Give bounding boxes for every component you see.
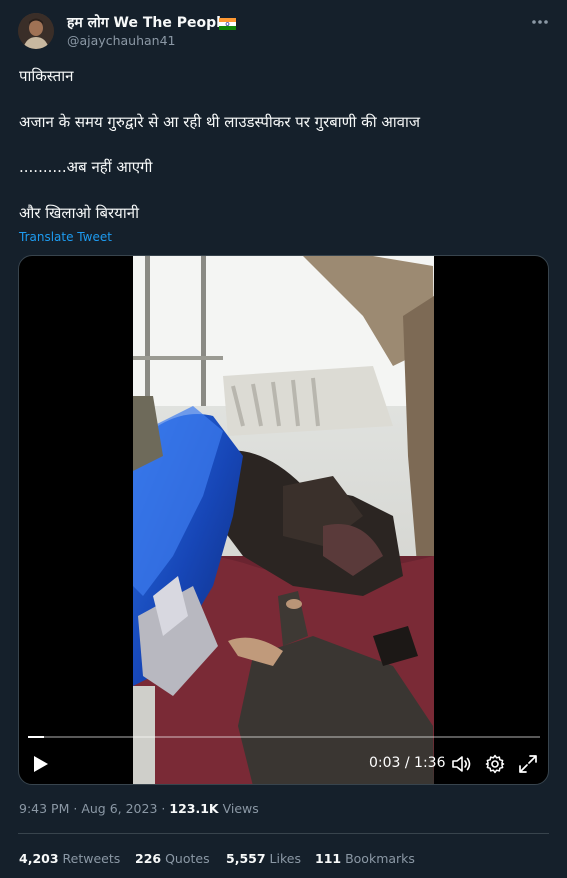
views-label: Views — [222, 801, 259, 816]
volume-icon[interactable] — [450, 753, 472, 775]
views-count: 123.1K — [169, 801, 219, 816]
quotes-label: Quotes — [165, 851, 210, 866]
retweets-stat[interactable]: 4,203 Retweets — [19, 851, 120, 866]
likes-stat[interactable]: 5,557 Likes — [226, 851, 301, 866]
divider — [18, 833, 549, 834]
retweets-label: Retweets — [62, 851, 121, 866]
meta-separator: · — [73, 801, 78, 816]
video-progress-fill — [28, 736, 44, 738]
retweets-count: 4,203 — [19, 851, 59, 866]
play-icon[interactable] — [29, 753, 51, 775]
tweet-time[interactable]: 9:43 PM — [19, 801, 69, 816]
author-display-name[interactable]: हम लोग We The People — [67, 13, 230, 32]
tweet-text-line: अजान के समय गुरुद्वारे से आ रही थी लाउडस… — [19, 113, 421, 131]
tweet-text-line: और खिलाओ बिरयानी — [19, 204, 139, 222]
tweet-meta: 9:43 PM · Aug 6, 2023 · 123.1K Views — [19, 801, 259, 816]
video-time-display: 0:03 / 1:36 — [369, 755, 446, 771]
more-icon[interactable] — [527, 12, 553, 34]
video-frame[interactable] — [133, 256, 434, 784]
avatar[interactable] — [18, 13, 54, 49]
tweet-text-line: ..........अब नहीं आएगी — [19, 158, 153, 176]
flag-india-icon — [219, 15, 236, 30]
translate-tweet-link[interactable]: Translate Tweet — [19, 230, 112, 244]
bookmarks-stat[interactable]: 111 Bookmarks — [315, 851, 415, 866]
likes-label: Likes — [269, 851, 301, 866]
settings-icon[interactable] — [484, 753, 506, 775]
quotes-count: 226 — [135, 851, 162, 866]
video-player[interactable]: 0:03 / 1:36 — [18, 255, 549, 785]
tweet-header: हम लोग We The People @ajaychauhan41 — [0, 0, 567, 62]
likes-count: 5,557 — [226, 851, 266, 866]
bookmarks-count: 111 — [315, 851, 342, 866]
video-progress-bar[interactable] — [28, 736, 540, 738]
quotes-stat[interactable]: 226 Quotes — [135, 851, 210, 866]
fullscreen-icon[interactable] — [517, 753, 539, 775]
bookmarks-label: Bookmarks — [345, 851, 415, 866]
meta-separator: · — [161, 801, 166, 816]
tweet-date[interactable]: Aug 6, 2023 — [81, 801, 157, 816]
author-handle[interactable]: @ajaychauhan41 — [67, 33, 175, 48]
tweet-text-line: पाकिस्तान — [19, 67, 74, 85]
